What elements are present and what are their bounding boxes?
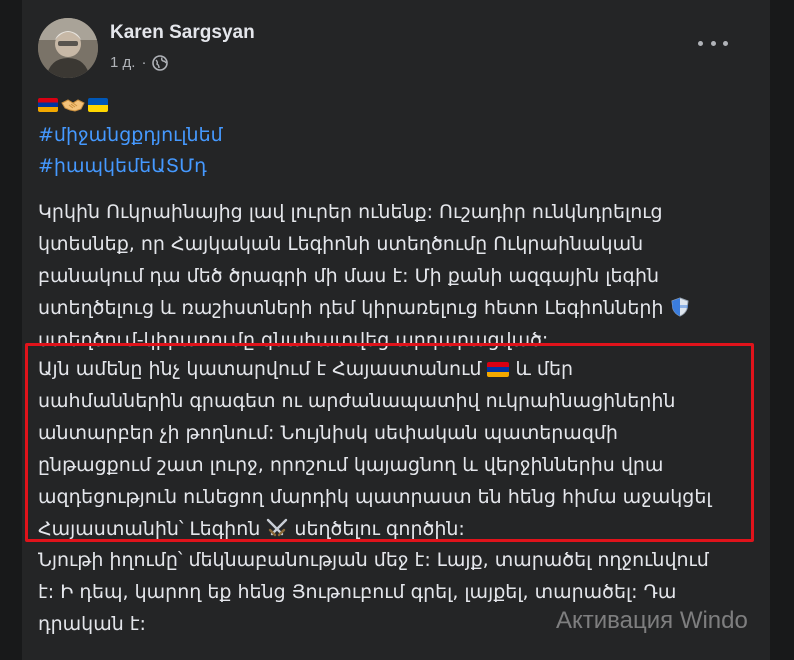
shield-icon bbox=[670, 297, 689, 317]
text-line: Նյութի իղումը՝ մեկնաբանության մեջ է: Լայ… bbox=[38, 549, 709, 571]
post-paragraph-1: Կրկին Ուկրաինայից լավ լուրեր ունենք: Ուշ… bbox=[38, 196, 758, 356]
armenia-flag-icon bbox=[487, 362, 510, 377]
windows-activation-watermark: Активация Windo bbox=[556, 607, 748, 634]
handshake-icon bbox=[61, 99, 85, 112]
meta-separator: · bbox=[141, 54, 147, 71]
text-segment: և մեր bbox=[515, 358, 574, 380]
author-name[interactable]: Karen Sargsyan bbox=[110, 22, 255, 44]
text-line: Կրկին Ուկրաինայից լավ լուրեր ունենք: Ուշ… bbox=[38, 201, 663, 223]
crossed-swords-icon bbox=[267, 518, 288, 537]
text-line: անտարբեր չի թողնում: Նույնիսկ սեփական պա… bbox=[38, 422, 618, 444]
text-segment: Հայաստանին՝ Լեգիոն bbox=[38, 518, 261, 540]
avatar-photo-icon bbox=[38, 18, 98, 78]
more-options-icon[interactable] bbox=[698, 33, 728, 53]
dot bbox=[723, 40, 728, 46]
ukraine-flag-icon bbox=[88, 98, 108, 112]
dot bbox=[710, 40, 716, 46]
text-line: բանակում դա մեծ ծրագրի մի մաս է: Մի քանի… bbox=[38, 265, 660, 287]
author-avatar[interactable] bbox=[38, 18, 98, 78]
post-meta: 1 д. · bbox=[110, 54, 169, 71]
text-segment: սեղծելու գործին: bbox=[294, 518, 465, 540]
text-line: ստեղծելուց և ռաշիստների դեմ կիրառելուց հ… bbox=[38, 297, 664, 319]
hashtag-link[interactable]: #միջանցքդյուլնեմ bbox=[38, 124, 223, 146]
text-line: է: Ի դեպ, կարող եք հենց Յութուբում գրել,… bbox=[38, 581, 677, 603]
dot bbox=[698, 40, 703, 46]
post-paragraph-2: Այն ամենը ինչ կատարվում է Հայաստանում և … bbox=[38, 353, 758, 545]
post-time[interactable]: 1 д. bbox=[110, 54, 135, 71]
text-line-with-shield: ստեղծելուց և ռաշիստների դեմ կիրառելուց հ… bbox=[38, 292, 758, 324]
hashtag-link[interactable]: #իապկեմեԱՏՄդ bbox=[38, 155, 207, 177]
text-line-with-swords: Հայաստանին՝ Լեգիոն սեղծելու գործին: bbox=[38, 513, 758, 545]
emoji-line bbox=[38, 97, 108, 113]
text-line: սահմաններին գրագետ ու արժանապատիվ ուկրաի… bbox=[38, 390, 676, 412]
armenia-flag-icon bbox=[38, 98, 58, 112]
text-line: ազդեցություն ունեցող մարդիկ պատրաստ են հ… bbox=[38, 486, 712, 508]
globe-icon[interactable] bbox=[152, 54, 169, 71]
text-line: կտեսնեք, որ Հայկական Լեգիոնի ստեղծումը Ո… bbox=[38, 233, 644, 255]
text-line-with-flag: Այն ամենը ինչ կատարվում է Հայաստանում և … bbox=[38, 353, 758, 385]
text-line: ընթացքում շատ լուրջ, որոշում կայացնող և … bbox=[38, 454, 664, 476]
text-segment: Այն ամենը ինչ կատարվում է Հայաստանում bbox=[38, 358, 482, 380]
